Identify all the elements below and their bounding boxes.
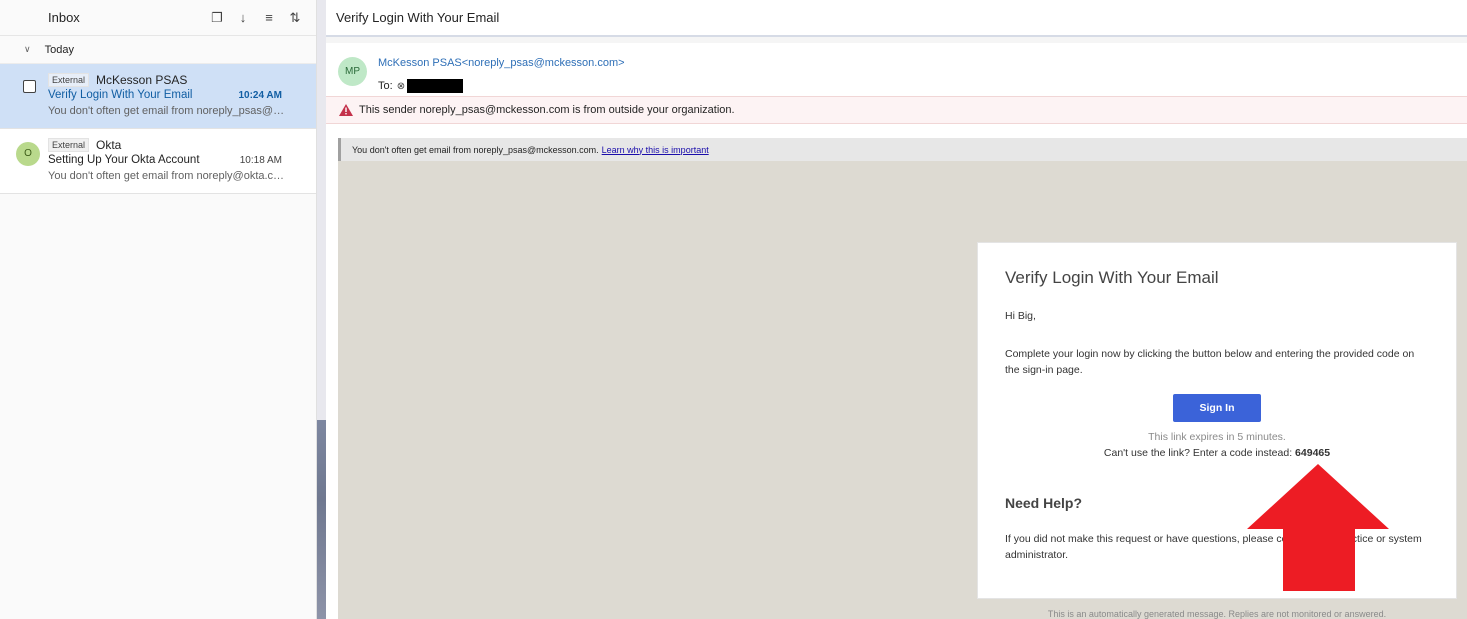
warning-icon: [339, 104, 353, 116]
message-preview: You don't often get email from noreply_p…: [48, 105, 288, 117]
chevron-down-icon: ∨: [24, 44, 31, 54]
sender-address[interactable]: McKesson PSAS<noreply_psas@mckesson.com>: [378, 57, 625, 69]
message-subject: Verify Login With Your Email: [48, 89, 193, 101]
message-preview: You don't often get email from noreply@o…: [48, 170, 288, 182]
group-label: Today: [44, 43, 74, 56]
external-tag: External: [48, 138, 90, 152]
code-line: Can't use the link? Enter a code instead…: [978, 447, 1456, 459]
recipient-row: To: ⊗: [378, 79, 464, 93]
redacted-recipient: [407, 79, 464, 93]
folder-title: Inbox: [48, 10, 80, 25]
message-checkbox[interactable]: [23, 80, 36, 93]
message-time: 10:18 AM: [239, 155, 282, 166]
greeting: Hi Big,: [1005, 310, 1036, 322]
message-list-pane: Inbox ❐ ↓ ≡ ⇅ ∨ Today External McKesson …: [0, 0, 317, 619]
instructions: Complete your login now by clicking the …: [1005, 348, 1415, 376]
help-heading: Need Help?: [1005, 495, 1083, 511]
link-expiry-note: This link expires in 5 minutes.: [1148, 431, 1286, 443]
select-icon[interactable]: ❐: [210, 10, 224, 26]
sender-avatar[interactable]: MP: [338, 57, 367, 86]
code-prompt: Can't use the link? Enter a code instead…: [1103, 447, 1293, 459]
sign-in-button[interactable]: Sign In: [1173, 394, 1261, 422]
subject-bar: Verify Login With Your Email: [326, 0, 1467, 37]
learn-why-link[interactable]: Learn why this is important: [602, 145, 709, 155]
first-contact-banner: You don't often get email from noreply_p…: [338, 138, 1467, 161]
email-subject: Verify Login With Your Email: [336, 10, 500, 25]
external-tag: External: [48, 73, 90, 87]
filter-icon[interactable]: ≡: [262, 10, 276, 26]
auto-message-footer: This is an automatically generated messa…: [1047, 609, 1387, 619]
banner-text: You don't often get email from noreply_p…: [352, 144, 599, 155]
avatar: O: [16, 142, 40, 166]
sort-icon[interactable]: ⇅: [288, 10, 302, 26]
message-time: 10:24 AM: [238, 90, 282, 101]
email-title: Verify Login With Your Email: [1005, 268, 1219, 287]
verification-code: 649465: [1295, 447, 1331, 459]
list-toolbar: ❐ ↓ ≡ ⇅: [210, 10, 302, 26]
message-sender: Okta: [96, 138, 122, 152]
list-header: Inbox ❐ ↓ ≡ ⇅: [0, 0, 316, 36]
external-sender-warning: This sender noreply_psas@mckesson.com is…: [326, 96, 1467, 124]
annotation-arrow-icon: [1247, 464, 1389, 591]
message-sender: McKesson PSAS: [96, 73, 188, 87]
date-group-header[interactable]: ∨ Today: [0, 36, 316, 64]
message-item-okta[interactable]: O External Okta Setting Up Your Okta Acc…: [0, 129, 316, 194]
message-subject: Setting Up Your Okta Account: [48, 154, 200, 166]
recipient-status-icon: ⊗: [396, 80, 406, 92]
jump-icon[interactable]: ↓: [236, 10, 250, 26]
message-item-mckesson[interactable]: External McKesson PSAS Verify Login With…: [0, 64, 316, 129]
to-label: To:: [378, 80, 393, 92]
warning-text: This sender noreply_psas@mckesson.com is…: [359, 104, 735, 116]
wallpaper-peek: [317, 420, 326, 619]
